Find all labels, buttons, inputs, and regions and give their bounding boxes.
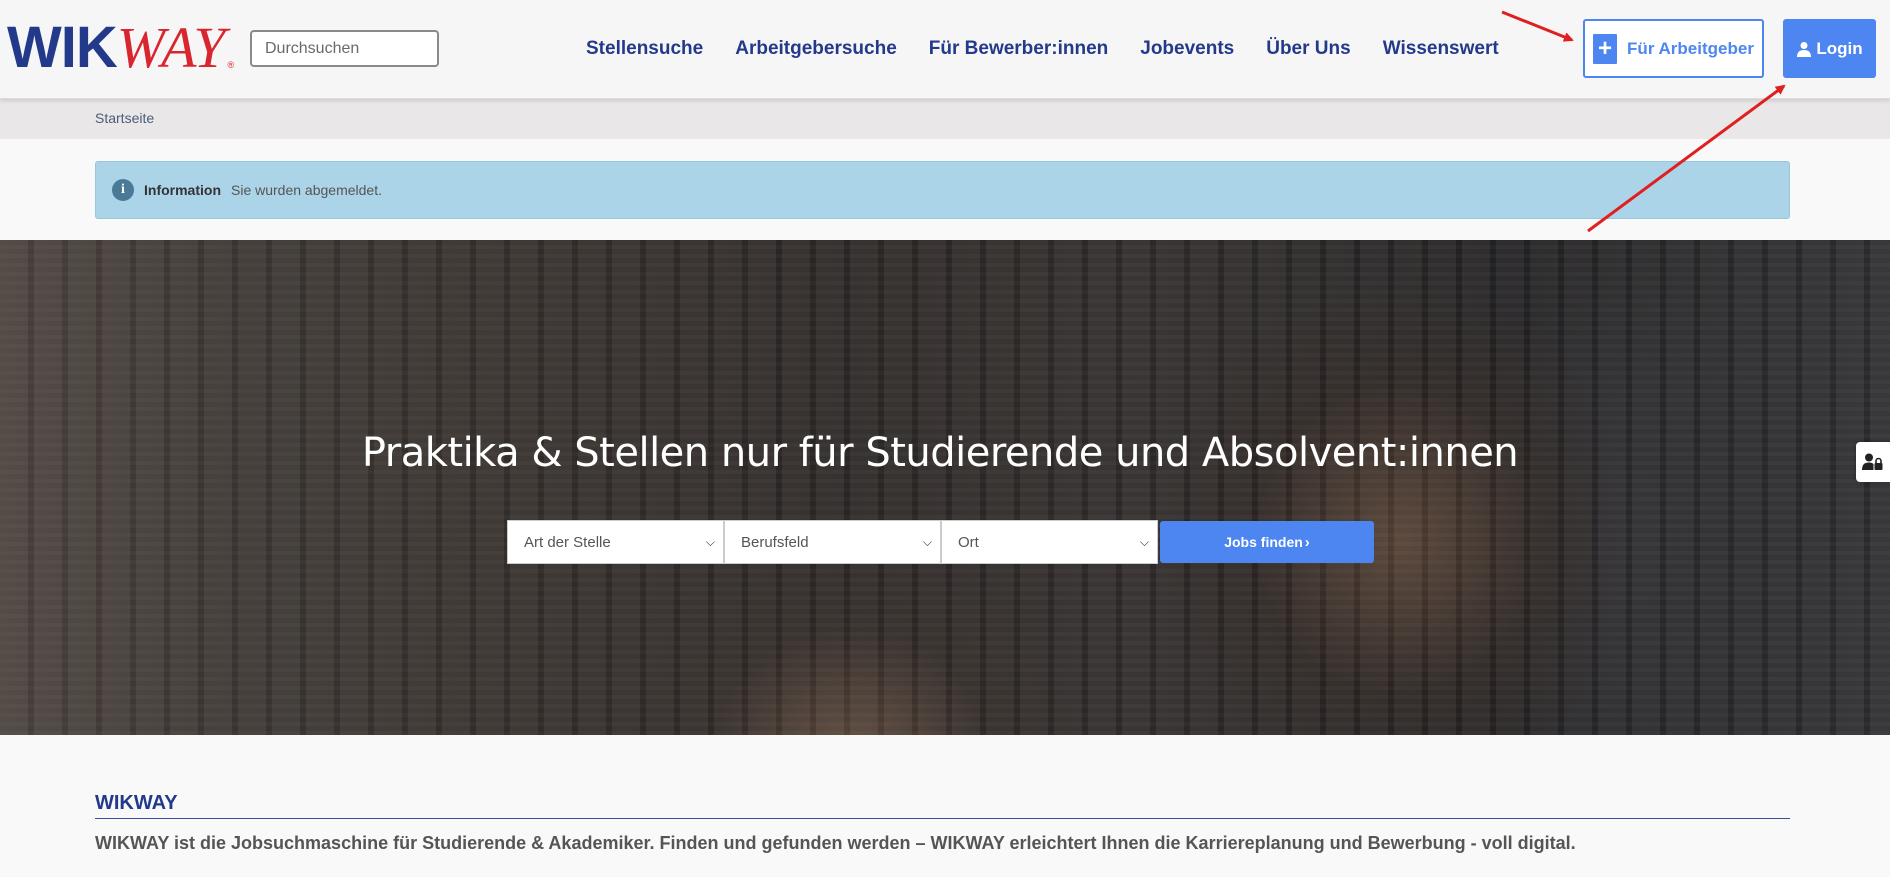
location-value: Ort	[958, 533, 979, 551]
plus-icon: +	[1593, 33, 1618, 64]
login-button[interactable]: Login	[1783, 19, 1876, 78]
breadcrumb-home[interactable]: Startseite	[95, 110, 154, 126]
side-login-tab[interactable]	[1856, 442, 1890, 482]
job-type-value: Art der Stelle	[524, 533, 611, 551]
user-icon	[1796, 41, 1812, 57]
alert-message: Sie wurden abgemeldet.	[231, 182, 382, 198]
chevron-down-icon: ⌵	[1139, 534, 1149, 549]
field-select[interactable]: Berufsfeld ⌵	[724, 520, 941, 564]
main-nav: Stellensuche Arbeitgebersuche Für Bewerb…	[570, 30, 1515, 68]
hero-banner: Praktika & Stellen nur für Studierende u…	[0, 240, 1890, 735]
for-employers-label: Für Arbeitgeber	[1627, 38, 1754, 58]
site-header: WIKWAY® Stellensuche Arbeitgebersuche Fü…	[0, 0, 1890, 99]
field-value: Berufsfeld	[741, 533, 809, 551]
about-heading: WIKWAY	[95, 792, 1790, 819]
search-input[interactable]	[250, 30, 439, 67]
nav-arbeitgebersuche[interactable]: Arbeitgebersuche	[719, 38, 913, 60]
alert-title: Information	[144, 182, 221, 198]
user-lock-icon	[1862, 453, 1884, 471]
login-label: Login	[1816, 38, 1863, 58]
chevron-right-icon: ›	[1304, 533, 1310, 551]
find-jobs-label: Jobs finden	[1224, 534, 1303, 550]
nav-stellensuche[interactable]: Stellensuche	[570, 38, 719, 60]
job-type-select[interactable]: Art der Stelle ⌵	[507, 520, 724, 564]
about-text: WIKWAY ist die Jobsuchmaschine für Studi…	[95, 833, 1576, 853]
hero-title: Praktika & Stellen nur für Studierende u…	[361, 430, 1519, 476]
breadcrumb: Startseite	[0, 99, 1890, 139]
find-jobs-button[interactable]: Jobs finden ›	[1160, 521, 1374, 563]
nav-wissenswert[interactable]: Wissenswert	[1367, 38, 1515, 60]
chevron-down-icon: ⌵	[922, 534, 932, 549]
logo-text-wik: WIK	[7, 15, 118, 80]
logo-text-way: WAY	[116, 15, 226, 80]
nav-fuer-bewerber[interactable]: Für Bewerber:innen	[913, 38, 1124, 60]
registered-mark: ®	[227, 60, 235, 70]
wikway-logo[interactable]: WIK WAY ®	[7, 15, 235, 80]
hero-overlay	[0, 240, 1890, 735]
info-alert: i Information Sie wurden abgemeldet.	[95, 161, 1790, 219]
info-icon: i	[112, 179, 134, 201]
location-select[interactable]: Ort ⌵	[941, 520, 1158, 564]
chevron-down-icon: ⌵	[705, 534, 715, 549]
nav-jobevents[interactable]: Jobevents	[1124, 38, 1250, 60]
for-employers-button[interactable]: + Für Arbeitgeber	[1583, 19, 1764, 78]
nav-ueber-uns[interactable]: Über Uns	[1250, 38, 1366, 60]
